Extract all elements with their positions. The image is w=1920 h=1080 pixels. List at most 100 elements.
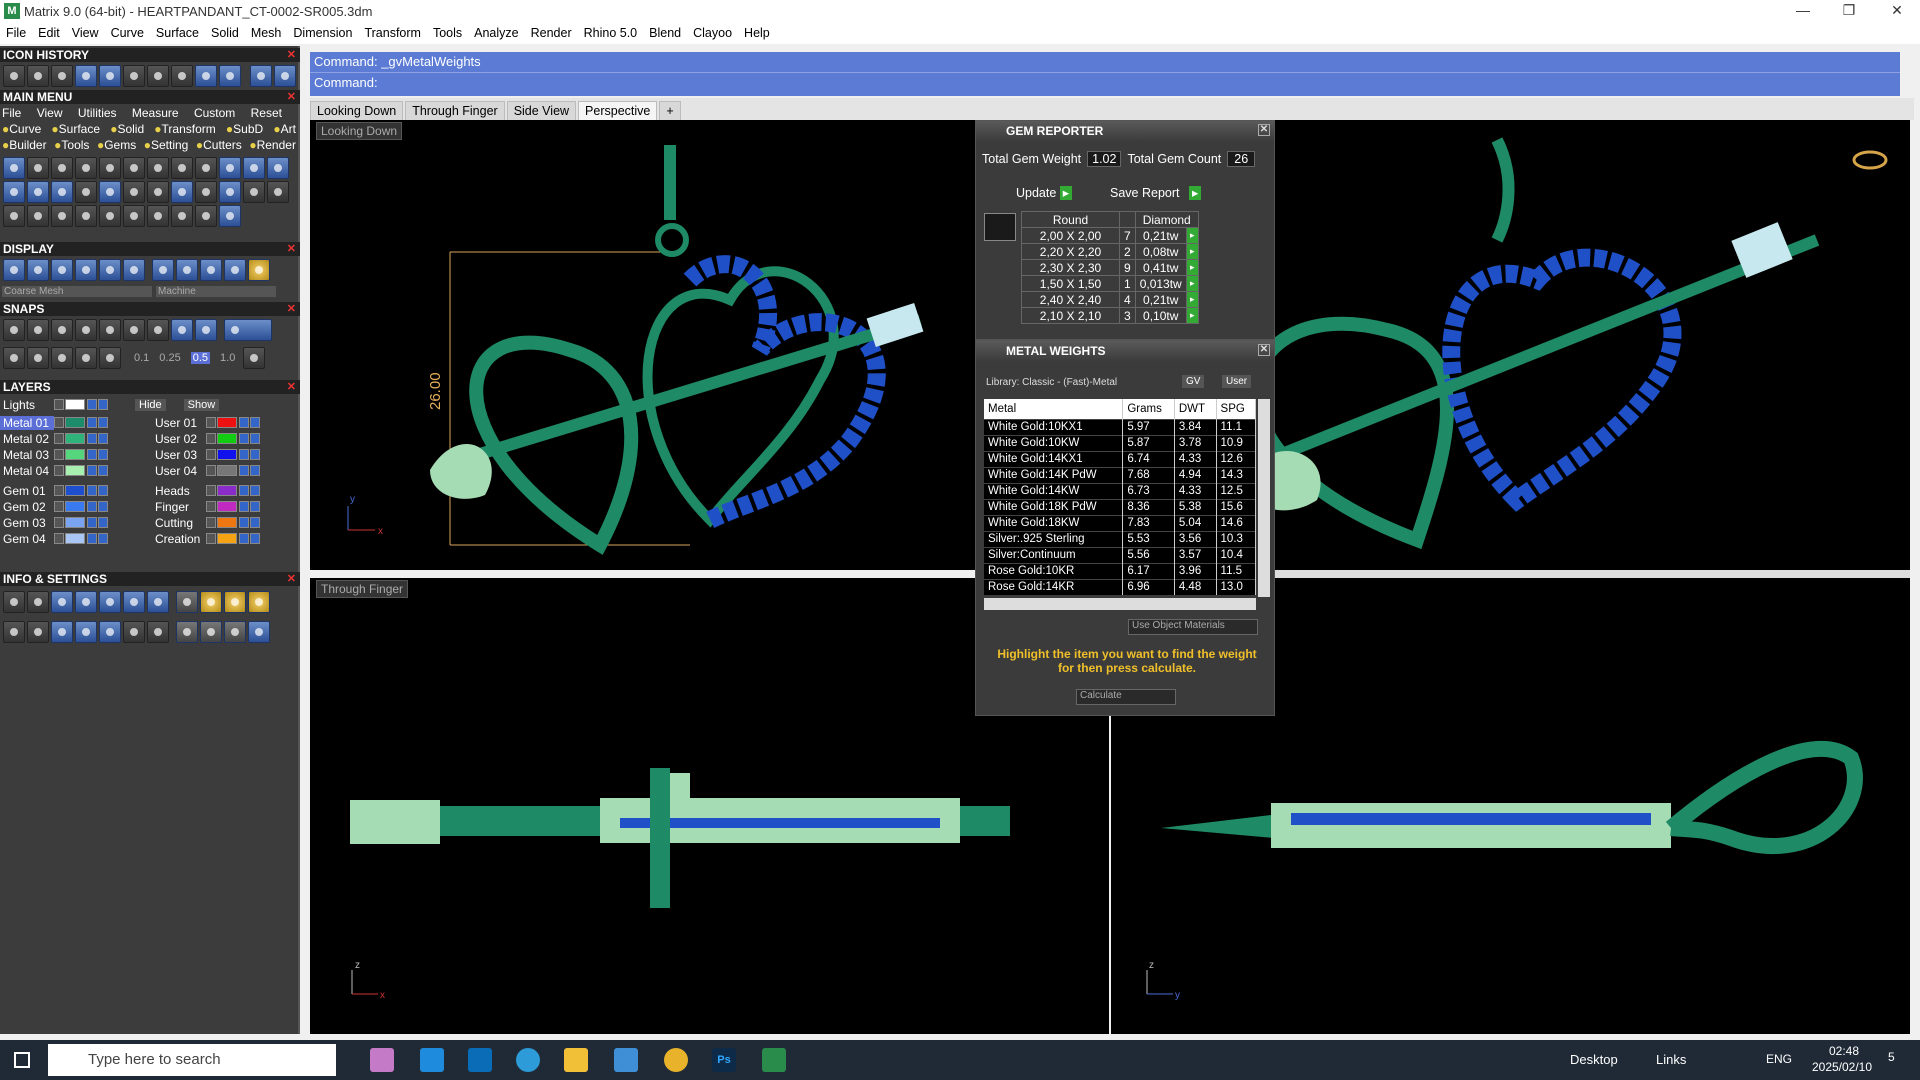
visibility-icon[interactable] [250,465,260,476]
expand-icon[interactable] [54,449,64,460]
horizontal-scrollbar[interactable] [984,598,1256,610]
menu-rhino[interactable]: Rhino 5.0 [584,26,638,40]
expand-icon[interactable] [206,485,216,496]
tool-icon[interactable] [195,181,217,203]
expand-icon[interactable] [206,433,216,444]
save-icon[interactable] [51,65,73,87]
info-icon[interactable] [224,621,246,643]
tool-icon[interactable] [75,157,97,179]
grid-icon[interactable] [243,347,266,369]
grid-icon[interactable] [3,347,25,369]
windows-start-icon[interactable] [14,1052,30,1068]
layer-row[interactable]: User 02 [152,431,261,446]
lock-icon[interactable] [239,465,249,476]
visibility-icon[interactable] [250,533,260,544]
snap-icon[interactable] [99,347,121,369]
layer-name[interactable]: Heads [152,484,206,498]
gem-select-arrow-icon[interactable]: ▸ [1185,291,1199,308]
category-builder[interactable]: ●Builder [2,138,47,152]
viewport-label[interactable]: Through Finger [316,580,409,598]
info-icon[interactable] [75,591,97,613]
lock-icon[interactable] [87,399,97,410]
gem-select-arrow-icon[interactable]: ▸ [1185,243,1199,260]
hide-button[interactable]: Hide [135,398,166,411]
layer-color-swatch[interactable] [217,485,237,496]
info-icon[interactable] [99,591,121,613]
visibility-icon[interactable] [250,501,260,512]
tool-icon[interactable] [147,181,169,203]
gem-reporter-icon[interactable] [99,65,121,87]
menu-curve[interactable]: Curve [111,26,144,40]
gem-icon[interactable] [3,157,25,179]
tool-icon[interactable] [219,157,241,179]
layer-name[interactable]: Metal 03 [0,448,54,462]
snap-icon[interactable] [123,319,145,341]
snap-icon[interactable] [195,319,217,341]
visibility-icon[interactable] [98,533,108,544]
tool-icon[interactable] [147,157,169,179]
layer-row[interactable]: Metal 01 [0,415,109,430]
close-icon[interactable]: ✕ [287,380,296,394]
layer-color-swatch[interactable] [217,417,237,428]
vertical-scrollbar[interactable] [1258,399,1270,597]
layer-name[interactable]: Cutting [152,516,206,530]
tool-icon[interactable] [219,181,241,203]
info-icon[interactable] [51,591,73,613]
main-menu-view[interactable]: View [37,106,63,120]
layer-color-swatch[interactable] [217,517,237,528]
info-icon[interactable] [75,621,97,643]
category-render[interactable]: ●Render [249,138,296,152]
menu-mesh[interactable]: Mesh [251,26,282,40]
main-menu-file[interactable]: File [2,106,21,120]
gem-row[interactable]: 2,20 X 2,20 2 0,08tw ▸ [1021,243,1199,260]
layer-row[interactable]: Creation [152,531,261,546]
lock-icon[interactable] [239,449,249,460]
expand-icon[interactable] [54,417,64,428]
close-icon[interactable]: ✕ [287,302,296,316]
history-tool-icon[interactable] [3,65,25,87]
layer-name[interactable]: Creation [152,532,206,546]
expand-icon[interactable] [54,517,64,528]
info-icon[interactable] [123,591,145,613]
layer-row[interactable]: User 01 [152,415,261,430]
metal-row[interactable]: White Gold:18KW 7.83 5.04 14.6 [984,514,1257,531]
grid-icon[interactable] [3,621,25,643]
snap-icon[interactable] [147,319,169,341]
tool-icon[interactable] [3,181,25,203]
snap-value[interactable]: 0.5 [190,352,211,364]
layer-row[interactable]: Heads [152,483,261,498]
ortho-toggle[interactable] [224,319,272,341]
snap-icon[interactable] [75,319,97,341]
taskbar-search[interactable]: Type here to search [48,1044,336,1076]
snap-icon[interactable] [75,347,97,369]
layer-name[interactable]: User 04 [152,464,206,478]
tool-icon[interactable] [267,157,289,179]
metal-row[interactable]: White Gold:14K PdW 7.68 4.94 14.3 [984,466,1257,483]
folder-icon[interactable] [219,65,241,87]
forward-arrow-icon[interactable] [274,65,296,87]
back-arrow-icon[interactable] [250,65,272,87]
gem-select-arrow-icon[interactable]: ▸ [1185,307,1199,324]
info-icon[interactable] [200,591,222,613]
visibility-icon[interactable] [250,449,260,460]
sphere-icon[interactable] [200,259,222,281]
mesh-select[interactable]: Coarse Mesh [2,285,152,297]
expand-icon[interactable] [54,465,64,476]
sun-icon[interactable] [51,157,73,179]
photoshop-icon[interactable]: Ps [712,1048,736,1072]
tab-looking-down[interactable]: Looking Down [310,101,404,120]
lock-icon[interactable] [239,485,249,496]
layer-color-swatch[interactable] [65,485,85,496]
menu-tools[interactable]: Tools [433,26,462,40]
info-icon[interactable] [176,621,198,643]
language-indicator[interactable]: ENG [1766,1052,1792,1066]
info-icon[interactable] [248,591,270,613]
visibility-icon[interactable] [98,501,108,512]
layer-color-swatch[interactable] [217,433,237,444]
gem-row[interactable]: 2,30 X 2,30 9 0,41tw ▸ [1021,259,1199,276]
snap-icon[interactable] [27,319,49,341]
links-label[interactable]: Links [1656,1052,1686,1067]
expand-icon[interactable] [54,533,64,544]
viewport-label[interactable]: Looking Down [316,122,403,140]
lock-icon[interactable] [239,501,249,512]
